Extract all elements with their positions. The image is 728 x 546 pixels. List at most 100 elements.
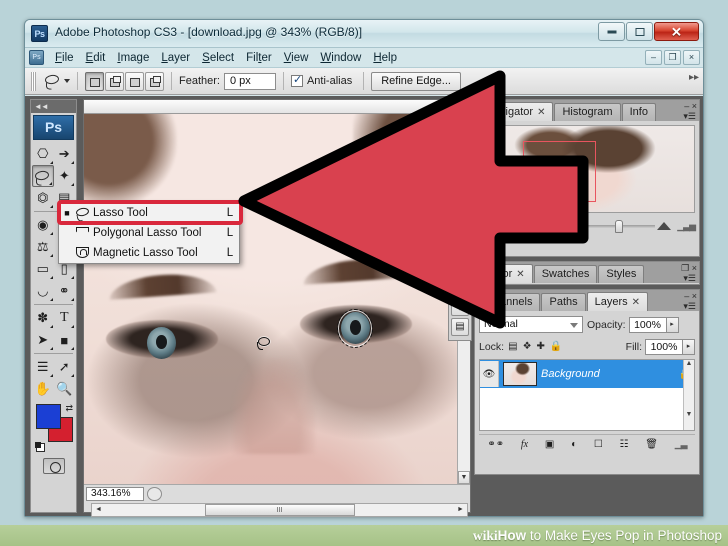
menu-filter[interactable]: Filter bbox=[240, 49, 278, 67]
link-layers-icon[interactable]: ⚭⚭ bbox=[487, 439, 504, 450]
foreground-color-swatch[interactable] bbox=[36, 404, 61, 429]
intersect-selection-button[interactable] bbox=[145, 71, 164, 91]
document-menu-icon[interactable]: Ps bbox=[29, 50, 44, 65]
large-mountain-icon[interactable] bbox=[657, 222, 672, 230]
minimize-button[interactable] bbox=[598, 22, 625, 41]
tool-hand[interactable]: ✋ bbox=[32, 378, 54, 400]
scroll-up-arrow[interactable]: ▲ bbox=[684, 360, 694, 367]
new-adjustment-icon[interactable]: ◐ bbox=[571, 439, 577, 450]
menu-item-label: Lasso Tool bbox=[93, 207, 148, 219]
tool-crop[interactable]: ⏣ bbox=[32, 187, 54, 209]
toolbox-collapse-button[interactable]: ◄◄ bbox=[31, 100, 76, 113]
chevron-down-icon[interactable] bbox=[64, 79, 70, 83]
scroll-thumb[interactable]: III bbox=[204, 503, 355, 516]
layers-panel-footer: ⚭⚭ fx ▣ ◐ ☐ ☷ 🗑 ▁▃ bbox=[479, 434, 695, 454]
menu-image[interactable]: Image bbox=[111, 49, 155, 67]
close-icon[interactable]: × bbox=[692, 291, 697, 301]
tool-eraser[interactable]: ▭ bbox=[32, 258, 54, 280]
tool-pen[interactable]: ✽ bbox=[32, 307, 54, 329]
swap-colors-icon[interactable]: ⇄ bbox=[65, 403, 73, 414]
add-style-fx-icon[interactable]: fx bbox=[521, 439, 528, 450]
tool-horizontal-type[interactable]: T bbox=[54, 307, 76, 329]
add-mask-icon[interactable]: ▣ bbox=[545, 439, 554, 450]
panel-menu-icon[interactable]: ▾☰ bbox=[683, 111, 696, 122]
wikihow-watermark: wikiHow to Make Eyes Pop in Photoshop bbox=[0, 525, 728, 546]
lasso-icon[interactable] bbox=[42, 71, 64, 91]
new-layer-icon[interactable]: ☷ bbox=[620, 439, 629, 450]
subtract-from-selection-button[interactable] bbox=[125, 71, 144, 91]
menu-layer[interactable]: Layer bbox=[155, 49, 196, 67]
scroll-left-arrow[interactable]: ◄ bbox=[92, 504, 105, 516]
document-preview-icon[interactable] bbox=[147, 486, 162, 501]
fill-input[interactable]: 100% bbox=[645, 338, 683, 355]
close-icon[interactable]: × bbox=[692, 263, 697, 273]
opacity-stepper[interactable]: ▸ bbox=[666, 316, 679, 333]
menu-view[interactable]: View bbox=[278, 49, 315, 67]
document-status-bar: 343.16% ◄ III ► bbox=[84, 484, 470, 517]
scroll-right-arrow[interactable]: ► bbox=[454, 504, 467, 516]
opacity-input[interactable]: 100% bbox=[628, 316, 667, 333]
tool-path-selection[interactable]: ➤ bbox=[32, 329, 54, 351]
minimize-icon[interactable]: – bbox=[684, 291, 689, 301]
eyebrow bbox=[108, 270, 217, 300]
document-horizontal-scrollbar[interactable]: ◄ III ► bbox=[91, 502, 468, 517]
menu-help[interactable]: Help bbox=[367, 49, 403, 67]
tool-notes[interactable]: ☰ bbox=[32, 356, 54, 378]
nose-region bbox=[233, 358, 316, 455]
panel-menu-icon[interactable]: ▾☰ bbox=[683, 301, 696, 312]
restore-button[interactable] bbox=[626, 22, 653, 41]
close-icon[interactable]: ✕ bbox=[632, 294, 640, 311]
menu-select[interactable]: Select bbox=[196, 49, 240, 67]
delete-layer-icon[interactable]: 🗑 bbox=[645, 439, 658, 450]
menu-window[interactable]: Window bbox=[314, 49, 367, 67]
menu-item-magnetic-lasso-tool[interactable]: Magnetic Lasso Tool L bbox=[59, 243, 239, 263]
options-bar-grip[interactable] bbox=[31, 71, 36, 91]
quick-mask-toggle[interactable] bbox=[32, 458, 75, 474]
new-group-icon[interactable]: ☐ bbox=[594, 439, 603, 450]
tool-healing-brush[interactable]: ◉ bbox=[32, 214, 54, 236]
document-zoom-field[interactable]: 343.16% bbox=[86, 486, 144, 501]
panel-menu-icon[interactable]: ▾☰ bbox=[683, 273, 696, 284]
tool-clone-stamp[interactable]: ⚖ bbox=[32, 236, 54, 258]
minimize-icon[interactable]: – bbox=[684, 101, 689, 111]
new-selection-button[interactable] bbox=[85, 71, 104, 91]
menu-item-polygonal-lasso-tool[interactable]: Polygonal Lasso Tool L bbox=[59, 223, 239, 243]
add-to-selection-button[interactable] bbox=[105, 71, 124, 91]
menu-item-lasso-tool[interactable]: ■ Lasso Tool L bbox=[57, 200, 243, 225]
lasso-tool-flyout-menu: ■ Lasso Tool L Polygonal Lasso Tool L Ma… bbox=[57, 200, 243, 264]
close-icon[interactable]: × bbox=[692, 101, 697, 111]
tool-move[interactable]: ➔ bbox=[54, 143, 76, 165]
toolbox-logo: Ps bbox=[33, 115, 74, 140]
resize-grip-icon[interactable]: ▁▃▅ bbox=[677, 221, 696, 232]
layer-list-scrollbar[interactable]: ▲ ▼ bbox=[683, 360, 694, 430]
layer-name[interactable]: Background bbox=[541, 368, 676, 380]
tool-rectangular-marquee[interactable]: ⎔ bbox=[32, 143, 54, 165]
doc-restore-button[interactable]: ❐ bbox=[664, 50, 681, 65]
tool-magic-wand[interactable]: ✦ bbox=[54, 165, 75, 187]
tool-dodge[interactable]: ⚭ bbox=[54, 280, 76, 302]
menu-file[interactable]: File bbox=[49, 49, 80, 67]
close-button[interactable]: ✕ bbox=[654, 22, 699, 41]
menu-edit[interactable]: Edit bbox=[80, 49, 112, 67]
tool-eyedropper[interactable]: ➚ bbox=[54, 356, 76, 378]
divider bbox=[34, 353, 73, 354]
menubar: Ps File Edit Image Layer Select Filter V… bbox=[25, 48, 703, 68]
scroll-down-arrow[interactable]: ▼ bbox=[684, 411, 694, 418]
tool-lasso[interactable] bbox=[32, 165, 54, 187]
options-bar-collapse-icon[interactable]: ▸▸ bbox=[689, 72, 699, 83]
feather-label: Feather: bbox=[179, 75, 220, 87]
tool-blur[interactable]: ◡ bbox=[32, 280, 54, 302]
default-colors-icon[interactable] bbox=[35, 442, 45, 452]
restore-icon[interactable]: ❐ bbox=[681, 263, 689, 273]
fill-stepper[interactable]: ▸ bbox=[683, 338, 695, 355]
hair-region-left bbox=[84, 114, 177, 209]
divider bbox=[77, 72, 78, 90]
menu-item-label: Magnetic Lasso Tool bbox=[93, 247, 198, 259]
tool-rectangle-shape[interactable]: ■ bbox=[54, 329, 76, 351]
tool-zoom[interactable]: 🔍 bbox=[54, 378, 76, 400]
scroll-down-arrow[interactable]: ▼ bbox=[458, 471, 470, 484]
resize-grip-icon[interactable]: ▁▃ bbox=[675, 439, 688, 450]
doc-minimize-button[interactable]: – bbox=[645, 50, 662, 65]
close-icon: ✕ bbox=[671, 24, 682, 39]
doc-close-button[interactable]: × bbox=[683, 50, 700, 65]
